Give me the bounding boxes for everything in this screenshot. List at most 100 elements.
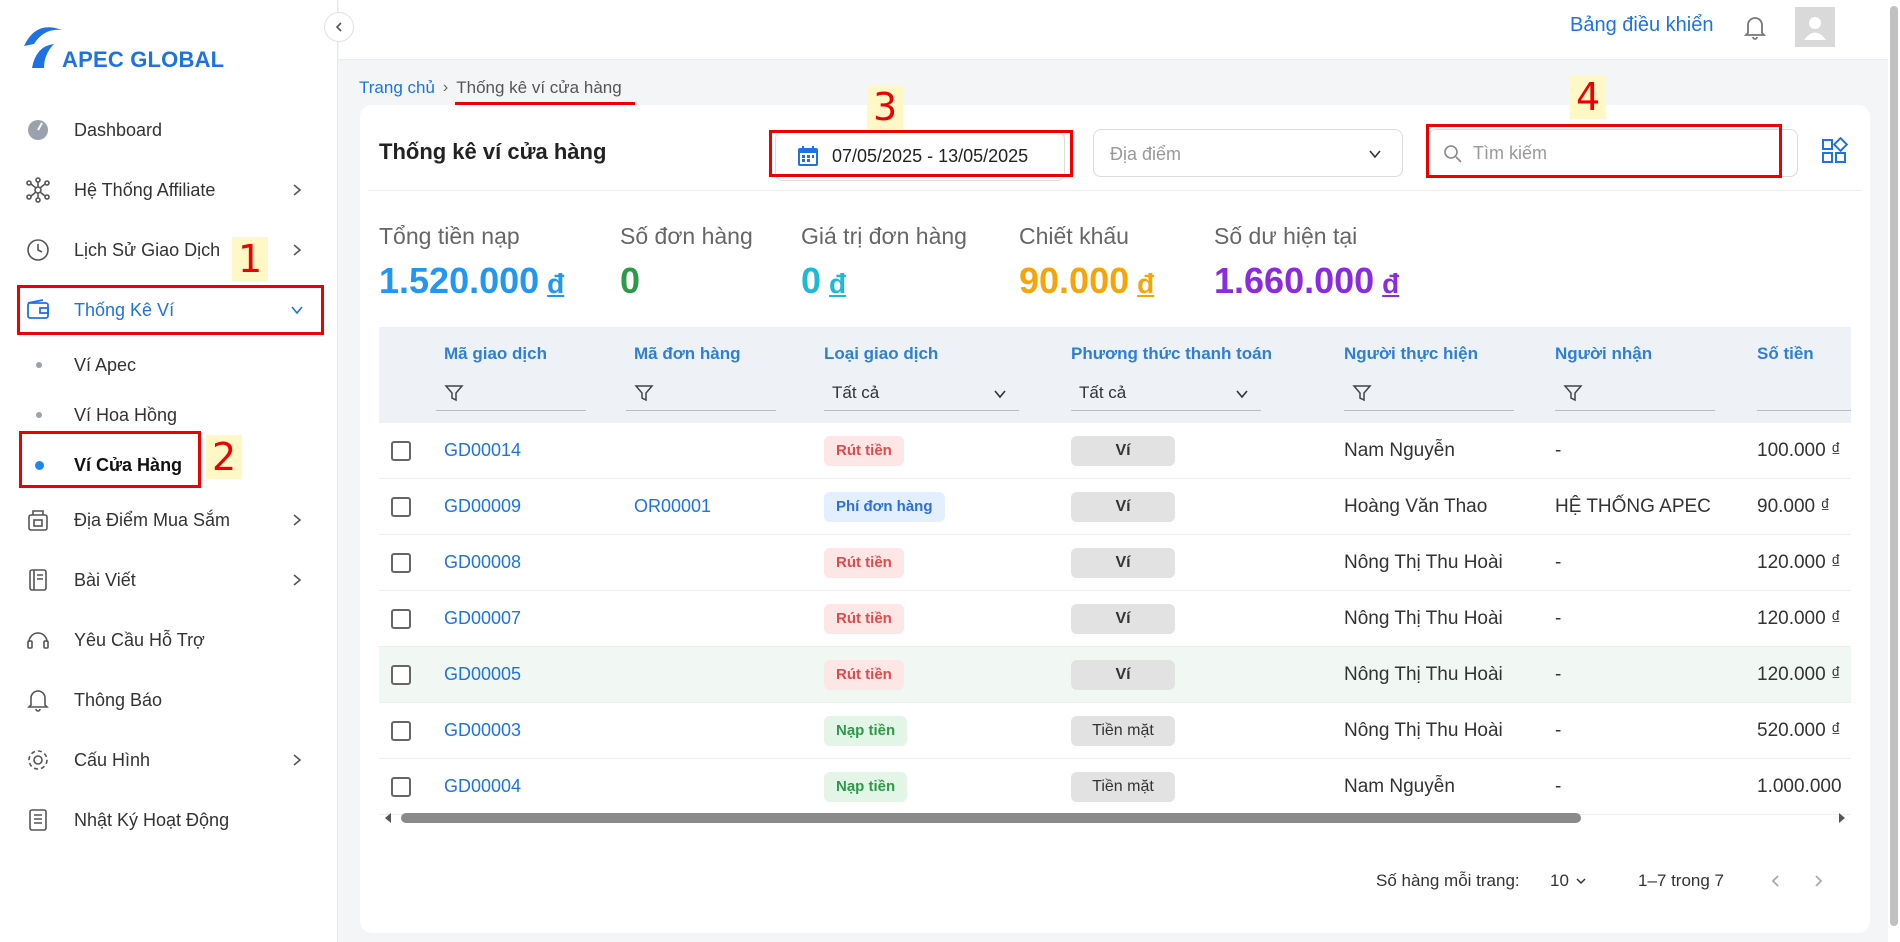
receiver-cell: - [1555, 608, 1562, 629]
actor-cell: Nam Nguyễn [1344, 440, 1455, 461]
order-id-link[interactable]: OR00001 [634, 496, 711, 517]
table-horizontal-scrollbar[interactable] [379, 811, 1851, 825]
history-clock-icon [25, 237, 51, 263]
table-row[interactable]: GD00003 Nạp tiền Tiền mặt Nông Thị Thu H… [379, 703, 1851, 759]
scroll-right-arrow-icon[interactable] [1837, 813, 1847, 823]
breadcrumb-separator-icon: › [442, 79, 449, 96]
stat-value: 0 [620, 260, 641, 301]
payment-method-pill: Ví [1071, 548, 1175, 578]
chevron-right-icon [293, 754, 302, 766]
transaction-id-link[interactable]: GD00007 [444, 608, 521, 629]
sidebar-item-posts[interactable]: Bài Viết [0, 552, 338, 608]
scroll-left-arrow-icon[interactable] [383, 813, 393, 823]
sidebar-item-settings[interactable]: Cấu Hình [0, 732, 338, 788]
page-scrollbar[interactable] [1888, 0, 1900, 942]
notification-bell-icon[interactable] [1740, 12, 1770, 42]
filter-select-value: Tất cả [1079, 383, 1127, 402]
next-page-icon[interactable] [1810, 873, 1826, 889]
transaction-type-tag: Nạp tiền [824, 772, 908, 802]
rows-per-page-label: Số hàng mỗi trang: [1376, 871, 1520, 890]
transaction-id-link[interactable]: GD00008 [444, 552, 521, 573]
table-row[interactable]: GD00005 Rút tiền Ví Nông Thị Thu Hoài - … [379, 647, 1851, 703]
stat-label: Số đơn hàng [620, 223, 753, 249]
stat-value: 1.520.000 đ [379, 260, 565, 301]
log-list-icon [25, 807, 51, 833]
rows-per-page-select[interactable]: 10 [1550, 871, 1587, 891]
transaction-id-link[interactable]: GD00005 [444, 664, 521, 685]
breadcrumb-home-link[interactable]: Trang chủ [359, 78, 435, 98]
grid-view-icon[interactable] [1820, 137, 1848, 165]
actor-cell: Nam Nguyễn [1344, 776, 1455, 797]
user-avatar[interactable] [1795, 7, 1835, 47]
row-checkbox[interactable] [391, 777, 411, 797]
brand-name: APEC GLOBAL [62, 47, 225, 72]
location-placeholder: Địa điểm [1110, 144, 1182, 164]
row-checkbox[interactable] [391, 553, 411, 573]
column-header-payment-method[interactable]: Phương thức thanh toán [1071, 344, 1272, 364]
sidebar-subitem-vi-apec[interactable]: Ví Apec [0, 345, 338, 385]
filter-transaction-type-select[interactable]: Tất cả [824, 377, 1019, 411]
sidebar-item-activity-log[interactable]: Nhật Ký Hoạt Động [0, 792, 338, 848]
sidebar-item-support[interactable]: Yêu Cầu Hỗ Trợ [0, 612, 338, 668]
column-header-order-id[interactable]: Mã đơn hàng [634, 344, 741, 364]
amount-cell: 120.000 ₫ [1757, 664, 1841, 685]
filter-select-value: Tất cả [832, 383, 880, 402]
filter-icon [634, 385, 654, 402]
divider [368, 190, 1862, 191]
transaction-id-link[interactable]: GD00009 [444, 496, 521, 517]
column-header-transaction-type[interactable]: Loại giao dịch [824, 344, 938, 364]
previous-page-icon[interactable] [1768, 873, 1784, 889]
sidebar-subitem-vi-hoa-hong[interactable]: Ví Hoa Hồng [0, 395, 338, 435]
filter-payment-method-select[interactable]: Tất cả [1071, 377, 1261, 411]
filter-order-id[interactable] [626, 377, 776, 411]
row-checkbox[interactable] [391, 497, 411, 517]
stat-order-value: Giá trị đơn hàng 0đ [801, 223, 967, 302]
transaction-id-link[interactable]: GD00014 [444, 440, 521, 461]
sidebar-item-shopping-locations[interactable]: Địa Điểm Mua Sắm [0, 492, 338, 548]
transaction-type-tag: Nạp tiền [824, 716, 908, 746]
row-checkbox[interactable] [391, 609, 411, 629]
stat-label: Chiết khấu [1019, 223, 1129, 249]
column-header-transaction-id[interactable]: Mã giao dịch [444, 344, 547, 364]
actor-cell: Nông Thị Thu Hoài [1344, 720, 1503, 741]
filter-transaction-id[interactable] [436, 377, 586, 411]
sidebar-item-notifications[interactable]: Thông Báo [0, 672, 338, 728]
filter-actor[interactable] [1344, 377, 1514, 411]
sidebar-collapse-button[interactable] [324, 12, 354, 42]
row-checkbox[interactable] [391, 721, 411, 741]
store-icon [25, 507, 51, 533]
table-row[interactable]: GD00007 Rút tiền Ví Nông Thị Thu Hoài - … [379, 591, 1851, 647]
filter-icon [444, 385, 464, 402]
sidebar-item-affiliate[interactable]: Hệ Thống Affiliate [0, 162, 338, 218]
row-checkbox[interactable] [391, 441, 411, 461]
column-header-actor[interactable]: Người thực hiện [1344, 344, 1478, 364]
filter-receiver[interactable] [1555, 377, 1715, 411]
sidebar-item-label: Lịch Sử Giao Dịch [74, 239, 221, 260]
column-header-receiver[interactable]: Người nhận [1555, 344, 1652, 364]
annotation-box-3 [769, 130, 1073, 177]
filter-amount[interactable] [1757, 377, 1851, 411]
amount-cell: 100.000 ₫ [1757, 440, 1841, 461]
annotation-number-4: 4 [1570, 75, 1607, 119]
dashboard-link[interactable]: Bảng điều khiển [1570, 14, 1713, 37]
payment-method-pill: Ví [1071, 436, 1175, 466]
table-row[interactable]: GD00009 OR00001 Phí đơn hàng Ví Hoàng Vă… [379, 479, 1851, 535]
transaction-id-link[interactable]: GD00003 [444, 720, 521, 741]
sidebar-item-transaction-history[interactable]: Lịch Sử Giao Dịch [0, 222, 338, 278]
table-row[interactable]: GD00008 Rút tiền Ví Nông Thị Thu Hoài - … [379, 535, 1851, 591]
sidebar-item-label: Địa Điểm Mua Sắm [74, 509, 231, 530]
chevron-left-icon [335, 22, 342, 32]
bell-icon [25, 687, 51, 713]
sidebar-subitem-label: Ví Hoa Hồng [74, 404, 178, 425]
location-select[interactable]: Địa điểm [1093, 129, 1403, 177]
table-row[interactable]: GD00014 Rút tiền Ví Nam Nguyễn - 100.000… [379, 423, 1851, 479]
sidebar-subitem-label: Ví Apec [74, 354, 137, 375]
sidebar-item-label: Thông Báo [74, 689, 163, 710]
scrollbar-thumb[interactable] [401, 813, 1581, 823]
column-header-amount[interactable]: Số tiền [1757, 344, 1814, 364]
filter-icon [1563, 385, 1583, 402]
transaction-id-link[interactable]: GD00004 [444, 776, 521, 797]
table-row[interactable]: GD00004 Nạp tiền Tiền mặt Nam Nguyễn - 1… [379, 759, 1851, 815]
row-checkbox[interactable] [391, 665, 411, 685]
sidebar-item-dashboard[interactable]: Dashboard [0, 102, 338, 158]
